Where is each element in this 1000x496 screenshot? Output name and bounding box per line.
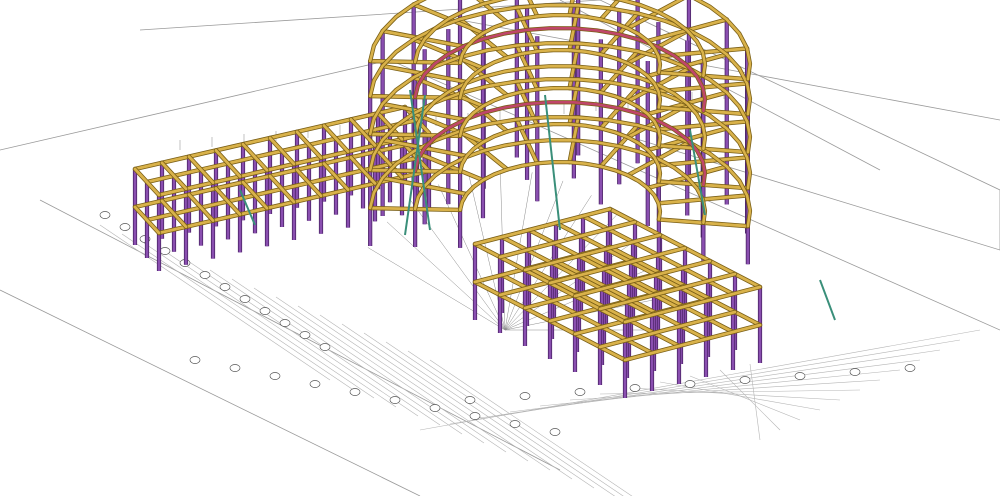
grid-bubble (119, 223, 131, 231)
grid-bubble (904, 364, 916, 372)
center-block-curved-beam (458, 159, 663, 222)
grid-bubble (239, 295, 251, 303)
center-block-curved-beam-face (458, 160, 662, 221)
grid-bubble (99, 211, 111, 219)
grid-bubble (469, 412, 481, 420)
dimension-line (297, 305, 529, 462)
dimension-line (407, 350, 624, 496)
grid-bubble (279, 319, 291, 327)
grid-bubble (229, 364, 241, 372)
grid-bubble (159, 247, 171, 255)
grid-bubble (299, 331, 311, 339)
grid-bubble (849, 368, 861, 376)
dimension-line (363, 332, 595, 489)
dimension-line (275, 296, 507, 453)
bracing-member (819, 279, 836, 321)
grid-bubble (309, 380, 321, 388)
grid-bubble (629, 384, 641, 392)
grid-bubble (739, 376, 751, 384)
structural-model-canvas (0, 0, 1000, 496)
sheet-border-line (459, 19, 1000, 121)
grid-bubble (684, 380, 696, 388)
dimension-line (385, 341, 616, 496)
grid-bubble (219, 283, 231, 291)
dimension-line (341, 323, 573, 480)
grid-bubble (319, 343, 331, 351)
dimension-line (231, 278, 463, 435)
grid-bubble (269, 372, 281, 380)
dimension-line (253, 287, 485, 444)
radial-grid-line (438, 184, 506, 331)
grid-bubble (429, 404, 441, 412)
grid-bubble (549, 428, 561, 436)
grid-bubble (519, 392, 531, 400)
grid-bubble (199, 271, 211, 279)
grid-bubble (794, 372, 806, 380)
grid-bubble (509, 420, 521, 428)
grid-bubble (574, 388, 586, 396)
dimension-line (143, 242, 375, 399)
grid-bubble (464, 396, 476, 404)
grid-bubble (259, 307, 271, 315)
grid-bubble (389, 396, 401, 404)
grid-bubble (349, 388, 361, 396)
dimension-line (749, 363, 761, 441)
model-viewport[interactable] (0, 0, 1000, 496)
radial-grid-line (386, 221, 506, 331)
grid-bubble (189, 356, 201, 364)
